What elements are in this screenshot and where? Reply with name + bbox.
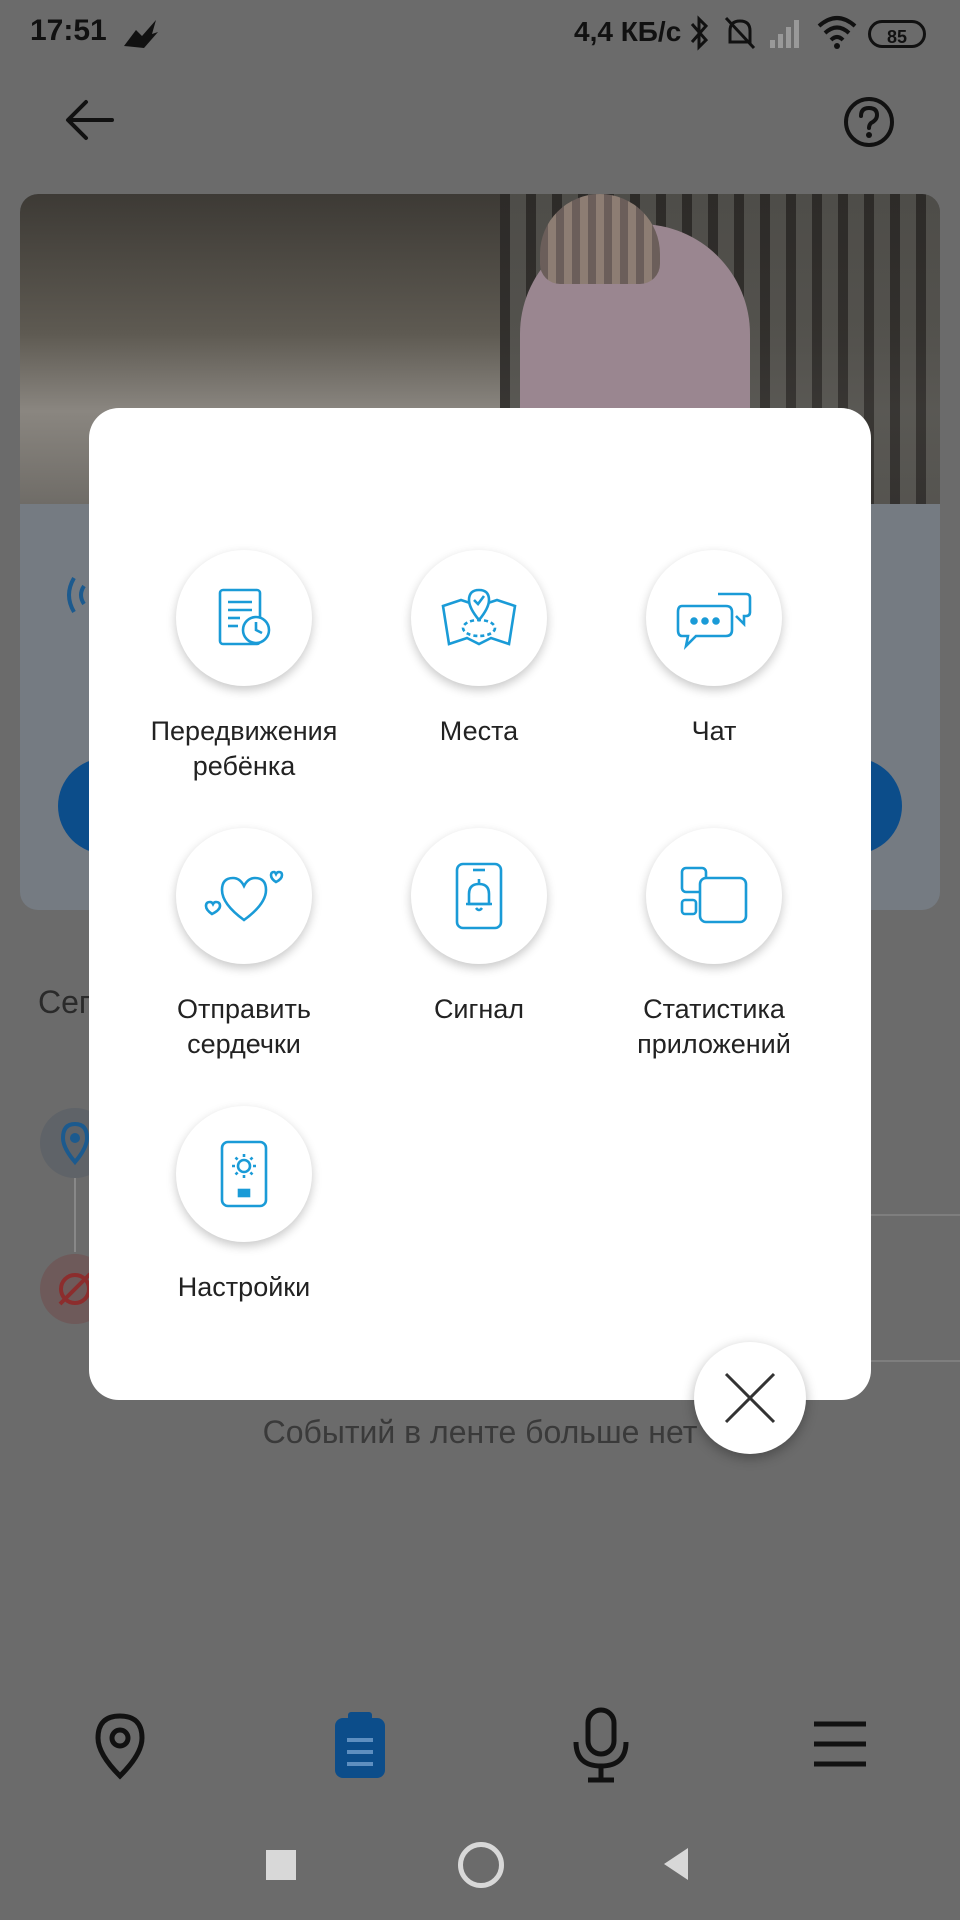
places-map-icon (411, 550, 547, 686)
hearts-icon (176, 828, 312, 964)
close-icon (724, 1372, 776, 1424)
settings-icon (176, 1106, 312, 1242)
feed-nav-icon[interactable] (332, 1710, 388, 1780)
menu-item-movements[interactable]: Передвижения ребёнка (139, 550, 349, 784)
signal-bell-icon (411, 828, 547, 964)
close-modal-button[interactable] (694, 1342, 806, 1454)
system-navigation (0, 1800, 960, 1920)
chat-icon (646, 550, 782, 686)
app-stats-icon (646, 828, 782, 964)
feed-divider (870, 1214, 960, 1216)
menu-item-label: Чат (691, 716, 737, 746)
help-icon[interactable] (841, 94, 897, 150)
network-speed: 4,4 КБ/с (574, 16, 682, 47)
feed-divider (870, 1360, 960, 1362)
menu-item-label: Места (439, 716, 519, 746)
bluetooth-icon (690, 15, 709, 51)
menu-item-signal[interactable]: Сигнал (374, 828, 584, 1027)
home-button[interactable] (458, 1842, 504, 1888)
signal-strength-icon (770, 20, 799, 48)
menu-item-label: Отправить сердечки (177, 994, 311, 1059)
wifi-icon (817, 16, 857, 49)
notification-app-icon (124, 20, 158, 48)
back-button[interactable] (660, 1846, 690, 1882)
microphone-nav-icon[interactable] (566, 1706, 636, 1786)
menu-item-label: Статистика приложений (637, 994, 791, 1059)
map-pin-nav-icon[interactable] (88, 1710, 152, 1782)
menu-nav-icon[interactable] (812, 1720, 868, 1768)
menu-item-label: Сигнал (433, 994, 525, 1024)
back-arrow-icon[interactable] (62, 92, 118, 148)
battery-indicator: 85 (868, 20, 926, 48)
menu-item-hearts[interactable]: Отправить сердечки (139, 828, 349, 1062)
bottom-navigation (0, 1690, 960, 1800)
menu-item-chat[interactable]: Чат (609, 550, 819, 749)
recents-button[interactable] (266, 1850, 296, 1880)
feed-empty-text: Событий в ленте больше нет (262, 1414, 698, 1450)
menu-item-label: Настройки (177, 1272, 311, 1302)
menu-item-settings[interactable]: Настройки (139, 1106, 349, 1305)
feed-timeline-line (74, 1178, 76, 1252)
menu-item-places[interactable]: Места (374, 550, 584, 749)
mute-bell-icon (724, 16, 756, 50)
status-time: 17:51 (30, 14, 107, 47)
menu-item-app-stats[interactable]: Статистика приложений (609, 828, 819, 1062)
status-bar: 17:51 4,4 КБ/с 85 (0, 0, 960, 68)
quick-actions-modal: Передвижения ребёнка Места Чат Отправить… (89, 408, 871, 1400)
movement-history-icon (176, 550, 312, 686)
section-title: Сег (38, 984, 91, 1020)
menu-item-label: Передвижения ребёнка (150, 716, 338, 781)
